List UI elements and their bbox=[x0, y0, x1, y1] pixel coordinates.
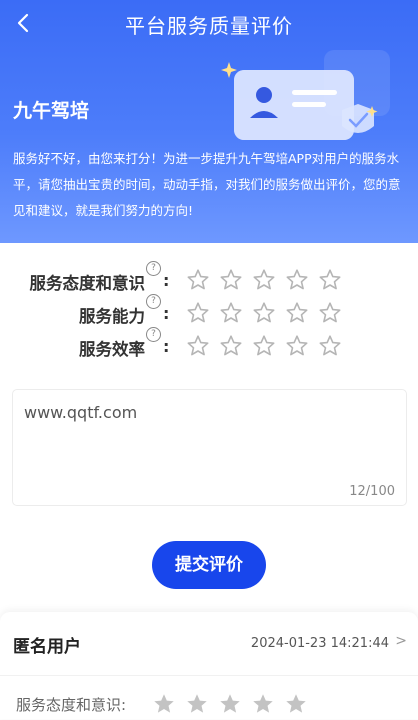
question-circle-icon[interactable]: ? bbox=[146, 327, 161, 342]
star-rating-input bbox=[186, 268, 351, 296]
submit-button[interactable]: 提交评价 bbox=[152, 541, 266, 589]
star-icon[interactable] bbox=[252, 268, 276, 292]
star-icon[interactable] bbox=[252, 334, 276, 358]
rating-label: 服务能力 bbox=[79, 307, 145, 326]
rating-colon: : bbox=[163, 271, 170, 290]
hero-banner: 平台服务质量评价 九午驾培 服务好不好，由您来打分！为进一步提升九午驾培APP对… bbox=[0, 0, 418, 243]
question-circle-icon[interactable]: ? bbox=[146, 261, 161, 276]
rating-row: 服务态度和意识?: bbox=[0, 261, 418, 296]
star-icon[interactable] bbox=[285, 268, 309, 292]
rating-colon: : bbox=[163, 304, 170, 323]
comment-value: www.qqtf.com bbox=[24, 403, 138, 422]
review-card: 匿名用户 2024-01-23 14:21:44 > 服务态度和意识: bbox=[0, 612, 418, 719]
star-icon[interactable] bbox=[186, 334, 210, 358]
star-filled-icon bbox=[218, 692, 242, 716]
question-circle-icon[interactable]: ? bbox=[146, 294, 161, 309]
star-filled-icon bbox=[251, 692, 275, 716]
chevron-right-icon[interactable]: > bbox=[395, 633, 407, 649]
star-icon[interactable] bbox=[252, 301, 276, 325]
char-counter: 12/100 bbox=[349, 484, 395, 499]
review-item-label: 服务态度和意识: bbox=[16, 696, 127, 714]
star-icon[interactable] bbox=[285, 334, 309, 358]
rating-row: 服务能力?: bbox=[0, 294, 418, 329]
rating-label: 服务态度和意识 bbox=[29, 274, 146, 293]
star-rating-input bbox=[186, 334, 351, 362]
divider bbox=[0, 675, 418, 676]
star-icon[interactable] bbox=[186, 301, 210, 325]
rating-label: 服务效率 bbox=[79, 340, 145, 359]
review-stars bbox=[152, 692, 317, 720]
star-icon[interactable] bbox=[285, 301, 309, 325]
star-filled-icon bbox=[284, 692, 308, 716]
star-icon[interactable] bbox=[219, 334, 243, 358]
star-icon[interactable] bbox=[219, 301, 243, 325]
star-icon[interactable] bbox=[318, 301, 342, 325]
star-icon[interactable] bbox=[318, 334, 342, 358]
rating-colon: : bbox=[163, 337, 170, 356]
review-user: 匿名用户 bbox=[13, 637, 81, 657]
comment-textarea[interactable]: www.qqtf.com 12/100 bbox=[12, 389, 407, 506]
star-filled-icon bbox=[152, 692, 176, 716]
review-time: 2024-01-23 14:21:44 bbox=[250, 636, 389, 651]
intro-text: 服务好不好，由您来打分！为进一步提升九午驾培APP对用户的服务水平，请您抽出宝贵… bbox=[13, 151, 401, 218]
star-filled-icon bbox=[185, 692, 209, 716]
star-icon[interactable] bbox=[318, 268, 342, 292]
service-illustration bbox=[221, 50, 390, 140]
star-icon[interactable] bbox=[186, 268, 210, 292]
rating-row: 服务效率?: bbox=[0, 327, 418, 362]
brand-name: 九午驾培 bbox=[13, 100, 90, 122]
page-title: 平台服务质量评价 bbox=[125, 14, 293, 38]
star-rating-input bbox=[186, 301, 351, 329]
star-icon[interactable] bbox=[219, 268, 243, 292]
